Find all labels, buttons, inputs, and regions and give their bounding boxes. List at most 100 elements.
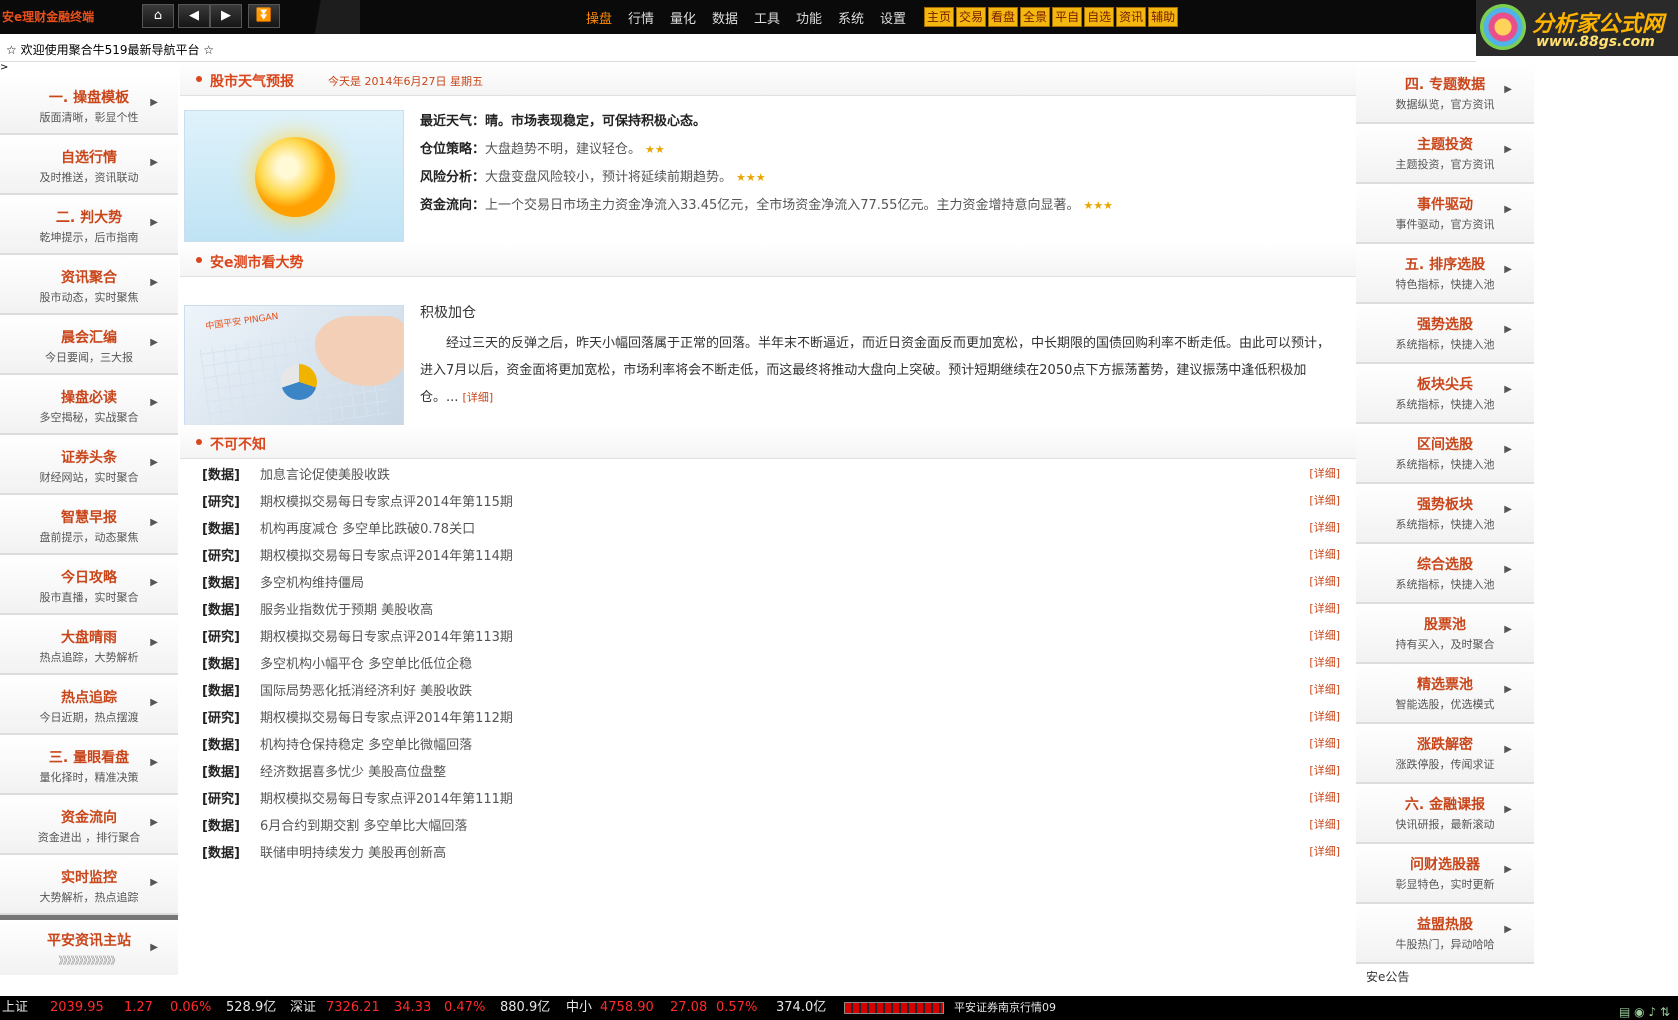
sh-index-label[interactable]: 上证 [2, 996, 28, 1020]
menu-item-quotes[interactable]: 行情 [620, 8, 662, 27]
list-item[interactable]: [数据] 机构持仓保持稳定 多空单比微幅回落 [详细] [180, 728, 1356, 755]
quick-button-watch[interactable]: 看盘 [988, 7, 1019, 27]
news-detail-link[interactable]: [详细] [1309, 843, 1340, 859]
news-detail-link[interactable]: [详细] [1309, 762, 1340, 778]
sidebar-item[interactable]: 事件驱动 事件驱动，官方资讯 ▶ [1356, 184, 1534, 244]
sidebar-item[interactable]: 大盘晴雨 热点追踪，大势解析 ▶ [0, 615, 178, 675]
news-detail-link[interactable]: [详细] [1309, 519, 1340, 535]
back-icon[interactable]: ◀ [178, 4, 210, 28]
news-detail-link[interactable]: [详细] [1309, 627, 1340, 643]
news-title-link[interactable]: 服务业指数优于预期 美股收高 [260, 599, 433, 618]
menu-item-system[interactable]: 系统 [830, 8, 872, 27]
news-title-link[interactable]: 期权模拟交易每日专家点评2014年第113期 [260, 626, 513, 645]
quick-button-trade[interactable]: 交易 [956, 7, 987, 27]
news-title-link[interactable]: 经济数据喜多忧少 美股高位盘整 [260, 761, 446, 780]
forward-icon[interactable]: ▶ [210, 4, 242, 28]
list-item[interactable]: [数据] 经济数据喜多忧少 美股高位盘整 [详细] [180, 755, 1356, 782]
sidebar-item[interactable]: 热点追踪 今日近期，热点摆渡 ▶ [0, 675, 178, 735]
list-item[interactable]: [研究] 期权模拟交易每日专家点评2014年第111期 [详细] [180, 782, 1356, 809]
list-item[interactable]: [研究] 期权模拟交易每日专家点评2014年第112期 [详细] [180, 701, 1356, 728]
sidebar-item[interactable]: 强势板块 系统指标，快捷入池 ▶ [1356, 484, 1534, 544]
sz-index-label[interactable]: 深证 [290, 996, 316, 1020]
news-detail-link[interactable]: [详细] [1309, 816, 1340, 832]
sidebar-item[interactable]: 一. 操盘模板 版面清晰，彰显个性 ▶ [0, 75, 178, 135]
sidebar-item[interactable]: 主题投资 主题投资，官方资讯 ▶ [1356, 124, 1534, 184]
menu-item-data[interactable]: 数据 [704, 8, 746, 27]
news-title-link[interactable]: 多空机构维持僵局 [260, 572, 364, 591]
list-item[interactable]: [研究] 期权模拟交易每日专家点评2014年第113期 [详细] [180, 620, 1356, 647]
list-item[interactable]: [研究] 期权模拟交易每日专家点评2014年第115期 [详细] [180, 485, 1356, 512]
expand-down-icon[interactable]: ⏬ [248, 4, 280, 28]
news-title-link[interactable]: 6月合约到期交割 多空单比大幅回落 [260, 815, 467, 834]
left-bottom-link[interactable]: 平安资讯主站 》》》》》》》》》》》》》》 ▶ [0, 915, 178, 975]
quick-button-watchlist[interactable]: 自选 [1084, 7, 1115, 27]
list-item[interactable]: [数据] 机构再度减仓 多空单比跌破0.78关口 [详细] [180, 512, 1356, 539]
sidebar-item[interactable]: 证券头条 财经网站，实时聚合 ▶ [0, 435, 178, 495]
news-detail-link[interactable]: [详细] [1309, 735, 1340, 751]
menu-item-operate[interactable]: 操盘 [578, 8, 620, 27]
menu-item-quant[interactable]: 量化 [662, 8, 704, 27]
sidebar-item[interactable]: 五. 排序选股 特色指标，快捷入池 ▶ [1356, 244, 1534, 304]
server-status[interactable]: 平安证券南京行情09 [954, 996, 1056, 1020]
sidebar-item[interactable]: 板块尖兵 系统指标，快捷入池 ▶ [1356, 364, 1534, 424]
news-title-link[interactable]: 期权模拟交易每日专家点评2014年第115期 [260, 491, 513, 510]
sidebar-item[interactable]: 晨会汇编 今日要闻，三大报 ▶ [0, 315, 178, 375]
news-detail-link[interactable]: [详细] [1309, 465, 1340, 481]
menu-item-tools[interactable]: 工具 [746, 8, 788, 27]
news-title-link[interactable]: 机构再度减仓 多空单比跌破0.78关口 [260, 518, 475, 537]
sidebar-item[interactable]: 六. 金融课报 快讯研报，最新滚动 ▶ [1356, 784, 1534, 844]
sidebar-item[interactable]: 自选行情 及时推送，资讯联动 ▶ [0, 135, 178, 195]
sidebar-item[interactable]: 强势选股 系统指标，快捷入池 ▶ [1356, 304, 1534, 364]
list-item[interactable]: [数据] 多空机构小幅平仓 多空单比低位企稳 [详细] [180, 647, 1356, 674]
sidebar-item[interactable]: 精选票池 智能选股，优选模式 ▶ [1356, 664, 1534, 724]
sidebar-item[interactable]: 综合选股 系统指标，快捷入池 ▶ [1356, 544, 1534, 604]
quick-button-platform[interactable]: 平自 [1052, 7, 1083, 27]
menu-item-settings[interactable]: 设置 [872, 8, 914, 27]
analysis-detail-link[interactable]: [详细] [463, 391, 494, 404]
sme-index-label[interactable]: 中小 [566, 996, 592, 1020]
sidebar-item[interactable]: 今日攻略 股市直播，实时聚合 ▶ [0, 555, 178, 615]
list-item[interactable]: [数据] 联储申明持续发力 美股再创新高 [详细] [180, 836, 1356, 863]
quick-button-news[interactable]: 资讯 [1116, 7, 1147, 27]
quick-button-panorama[interactable]: 全景 [1020, 7, 1051, 27]
weather-section-title[interactable]: 股市天气预报 [210, 71, 294, 91]
news-title-link[interactable]: 期权模拟交易每日专家点评2014年第114期 [260, 545, 513, 564]
news-section-title[interactable]: 不可不知 [210, 434, 266, 454]
list-item[interactable]: [数据] 6月合约到期交割 多空单比大幅回落 [详细] [180, 809, 1356, 836]
news-detail-link[interactable]: [详细] [1309, 573, 1340, 589]
news-detail-link[interactable]: [详细] [1309, 681, 1340, 697]
tray-icons[interactable]: ▤ ◉ ♪ ⇅ [1619, 1000, 1670, 1020]
news-title-link[interactable]: 国际局势恶化抵消经济利好 美股收跌 [260, 680, 472, 699]
sidebar-item[interactable]: 区间选股 系统指标，快捷入池 ▶ [1356, 424, 1534, 484]
sidebar-item[interactable]: 问财选股器 彰显特色，实时更新 ▶ [1356, 844, 1534, 904]
list-item[interactable]: [数据] 服务业指数优于预期 美股收高 [详细] [180, 593, 1356, 620]
sidebar-item[interactable]: 实时监控 大势解析，热点追踪 ▶ [0, 855, 178, 915]
list-item[interactable]: [数据] 加息言论促使美股收跌 [详细] [180, 458, 1356, 485]
news-detail-link[interactable]: [详细] [1309, 492, 1340, 508]
list-item[interactable]: [数据] 国际局势恶化抵消经济利好 美股收跌 [详细] [180, 674, 1356, 701]
news-title-link[interactable]: 机构持仓保持稳定 多空单比微幅回落 [260, 734, 472, 753]
news-detail-link[interactable]: [详细] [1309, 789, 1340, 805]
sidebar-item[interactable]: 智慧早报 盘前提示，动态聚焦 ▶ [0, 495, 178, 555]
sidebar-item[interactable]: 股票池 持有买入，及时聚合 ▶ [1356, 604, 1534, 664]
news-detail-link[interactable]: [详细] [1309, 600, 1340, 616]
sidebar-item[interactable]: 二. 判大势 乾坤提示，后市指南 ▶ [0, 195, 178, 255]
sidebar-item[interactable]: 资金流向 资金进出 ，排行聚合 ▶ [0, 795, 178, 855]
brand-banner[interactable]: 分析家公式网 www.88gs.com [1476, 0, 1678, 56]
sidebar-item[interactable]: 资讯聚合 股市动态，实时聚焦 ▶ [0, 255, 178, 315]
sidebar-item[interactable]: 涨跌解密 涨跌停股，传闻求证 ▶ [1356, 724, 1534, 784]
news-detail-link[interactable]: [详细] [1309, 546, 1340, 562]
news-title-link[interactable]: 联储申明持续发力 美股再创新高 [260, 842, 446, 861]
home-icon[interactable]: ⌂ [142, 4, 174, 28]
sidebar-item[interactable]: 三. 量眼看盘 量化择时，精准决策 ▶ [0, 735, 178, 795]
sidebar-item[interactable]: 操盘必读 多空揭秘，实战聚合 ▶ [0, 375, 178, 435]
list-item[interactable]: [数据] 多空机构维持僵局 [详细] [180, 566, 1356, 593]
collapse-arrow-icon[interactable]: > [0, 62, 8, 73]
news-detail-link[interactable]: [详细] [1309, 654, 1340, 670]
sidebar-item[interactable]: 益盟热股 牛股热门，异动哈哈 ▶ [1356, 904, 1534, 964]
news-detail-link[interactable]: [详细] [1309, 708, 1340, 724]
news-title-link[interactable]: 加息言论促使美股收跌 [260, 464, 390, 483]
sidebar-item[interactable]: 四. 专题数据 数据纵览，官方资讯 ▶ [1356, 64, 1534, 124]
quick-button-home[interactable]: 主页 [924, 7, 955, 27]
menu-item-functions[interactable]: 功能 [788, 8, 830, 27]
